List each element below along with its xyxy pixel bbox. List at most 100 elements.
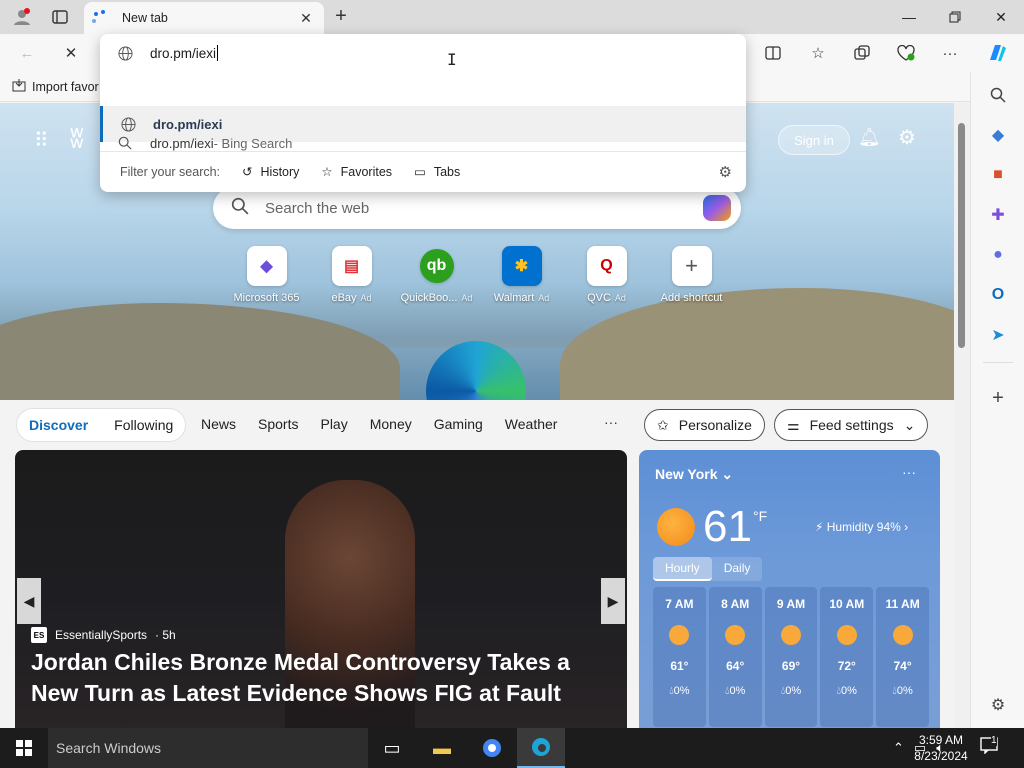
web-search-box[interactable]: Search the web bbox=[213, 187, 741, 229]
feed-link-news[interactable]: News bbox=[201, 416, 236, 432]
shopping-tag-icon[interactable]: ◆ bbox=[985, 122, 1011, 148]
tile-add-shortcut[interactable]: + Add shortcut bbox=[649, 246, 734, 304]
page-scrollbar[interactable] bbox=[954, 103, 970, 728]
tile-walmart[interactable]: ✱ Walmart Ad bbox=[479, 246, 564, 304]
carousel-next-button[interactable]: ▶ bbox=[601, 578, 625, 624]
hour-temp: 61° bbox=[670, 659, 689, 673]
feed-link-play[interactable]: Play bbox=[320, 416, 347, 432]
tools-briefcase-icon[interactable]: ■ bbox=[985, 162, 1011, 188]
import-icon bbox=[12, 78, 26, 95]
tile-microsoft-365[interactable]: ◆ Microsoft 365 bbox=[224, 246, 309, 304]
hourly-tab[interactable]: Hourly bbox=[653, 557, 712, 581]
search-settings-icon[interactable]: ⚙ bbox=[719, 163, 732, 181]
outlook-icon[interactable]: O bbox=[985, 282, 1011, 308]
edge-taskbar-icon[interactable] bbox=[517, 728, 565, 768]
minimize-button[interactable]: — bbox=[886, 0, 932, 34]
tile-quickbooks[interactable]: qb QuickBoo... Ad bbox=[394, 246, 479, 304]
sign-in-button[interactable]: Sign in bbox=[778, 125, 850, 155]
news-card[interactable]: ◀ ▶ ES EssentiallySports · 5h Jordan Chi… bbox=[15, 450, 627, 728]
feed-settings-button[interactable]: ⚌ Feed settings ⌄ bbox=[774, 409, 929, 441]
address-input-row[interactable]: dro.pm/iexi bbox=[100, 34, 746, 72]
split-screen-icon[interactable] bbox=[760, 41, 786, 65]
more-options-button[interactable]: ··· bbox=[937, 41, 963, 65]
weather-more-button[interactable]: ··· bbox=[902, 464, 916, 480]
hour-forecast[interactable]: 7 AM 61° 💧︎0% bbox=[653, 587, 706, 727]
ad-badge: Ad bbox=[461, 293, 473, 303]
tab-close-icon[interactable]: ✕ bbox=[296, 8, 316, 28]
personalize-button[interactable]: ✩ Personalize bbox=[644, 409, 765, 441]
page-settings-icon[interactable]: ⚙ bbox=[898, 125, 916, 150]
tile-ebay[interactable]: ▤ eBay Ad bbox=[309, 246, 394, 304]
feed-link-gaming[interactable]: Gaming bbox=[434, 416, 483, 432]
copilot-search-icon[interactable] bbox=[703, 195, 731, 221]
filter-favorites-label: Favorites bbox=[340, 164, 393, 179]
collections-icon[interactable] bbox=[849, 41, 875, 65]
task-view-icon[interactable]: ▭ bbox=[368, 728, 416, 768]
humidity-link[interactable]: ⚡︎ Humidity 94% › bbox=[815, 520, 908, 534]
profile-icon[interactable] bbox=[10, 5, 34, 29]
m365-icon[interactable]: ● bbox=[985, 242, 1011, 268]
humidity-icon: ⚡︎ bbox=[815, 520, 827, 534]
restore-button[interactable] bbox=[932, 0, 978, 34]
taskbar-search-input[interactable]: Search Windows bbox=[48, 728, 368, 768]
send-icon[interactable]: ➤ bbox=[985, 322, 1011, 348]
vertical-tabs-icon[interactable] bbox=[48, 5, 72, 29]
file-explorer-icon[interactable]: ▬ bbox=[418, 728, 466, 768]
feed-tab-group: Discover Following bbox=[16, 408, 187, 442]
temp-unit[interactable]: °F bbox=[753, 508, 767, 524]
daily-tab[interactable]: Daily bbox=[712, 557, 763, 581]
carousel-prev-button[interactable]: ◀ bbox=[17, 578, 41, 624]
app-launcher-icon[interactable]: ⠿ bbox=[34, 128, 49, 153]
hour-time: 8 AM bbox=[721, 597, 750, 611]
chrome-icon[interactable] bbox=[468, 728, 516, 768]
feed-link-money[interactable]: Money bbox=[370, 416, 412, 432]
hour-time: 11 AM bbox=[885, 597, 920, 611]
stop-loading-button[interactable]: ✕ bbox=[58, 41, 84, 65]
ad-badge: Ad bbox=[360, 293, 372, 303]
butterfly-logo-icon: ʬ bbox=[70, 123, 84, 154]
tile-qvc[interactable]: Q QVC Ad bbox=[564, 246, 649, 304]
scrollbar-thumb[interactable] bbox=[958, 123, 965, 348]
tab-following[interactable]: Following bbox=[114, 417, 173, 433]
feed-link-sports[interactable]: Sports bbox=[258, 416, 298, 432]
humidity-value: Humidity 94% bbox=[826, 520, 901, 534]
globe-icon bbox=[100, 45, 150, 61]
notifications-bell-icon[interactable]: 🔔︎ bbox=[858, 127, 881, 148]
hour-forecast[interactable]: 8 AM 64° 💧︎0% bbox=[708, 587, 762, 727]
new-tab-button[interactable]: + bbox=[330, 5, 352, 27]
copilot-icon[interactable] bbox=[984, 41, 1010, 65]
browser-essentials-icon[interactable] bbox=[893, 41, 919, 65]
tab-new-tab[interactable]: New tab ✕ bbox=[84, 2, 324, 34]
filter-tabs-button[interactable]: ▭ Tabs bbox=[414, 164, 460, 180]
filter-label: Filter your search: bbox=[120, 164, 221, 179]
back-button[interactable]: ← bbox=[14, 41, 40, 65]
search-icon[interactable] bbox=[985, 82, 1011, 108]
feed-more-button[interactable]: ··· bbox=[604, 414, 618, 430]
source-name[interactable]: EssentiallySports bbox=[55, 628, 147, 642]
news-headline[interactable]: Jordan Chiles Bronze Medal Controversy T… bbox=[31, 647, 621, 709]
system-clock[interactable]: 3:59 AM 8/23/2024 bbox=[912, 732, 970, 764]
favorites-icon[interactable]: ☆ bbox=[805, 41, 831, 65]
filter-history-button[interactable]: ↺ History bbox=[242, 164, 299, 180]
tab-discover[interactable]: Discover bbox=[29, 417, 88, 433]
close-window-button[interactable]: ✕ bbox=[978, 0, 1024, 34]
sidebar-divider bbox=[983, 362, 1013, 363]
sidebar-settings-icon[interactable]: ⚙ bbox=[985, 692, 1011, 718]
add-sidebar-icon[interactable]: + bbox=[985, 385, 1011, 411]
windows-start-icon[interactable] bbox=[0, 728, 48, 768]
notification-center-icon[interactable]: 1 bbox=[980, 735, 998, 759]
hour-precip: 💧︎0% bbox=[780, 685, 802, 697]
hour-forecast[interactable]: 11 AM 74° 💧︎0% bbox=[876, 587, 929, 727]
extensions-puzzle-icon[interactable]: ✚ bbox=[985, 202, 1011, 228]
chevron-down-icon: ⌄ bbox=[721, 466, 734, 482]
filter-favorites-button[interactable]: ☆ Favorites bbox=[321, 164, 393, 180]
tile-label: Walmart bbox=[493, 292, 535, 304]
weather-location[interactable]: New York ⌄ bbox=[655, 466, 733, 483]
address-input[interactable]: dro.pm/iexi bbox=[150, 46, 216, 61]
hour-forecast[interactable]: 10 AM 72° 💧︎0% bbox=[820, 587, 874, 727]
ad-badge: Ad bbox=[538, 293, 550, 303]
feed-link-weather[interactable]: Weather bbox=[505, 416, 558, 432]
chevron-up-icon[interactable]: ⌃ bbox=[893, 740, 904, 756]
import-favorites-button[interactable]: Import favor bbox=[12, 78, 99, 95]
hour-forecast[interactable]: 9 AM 69° 💧︎0% bbox=[764, 587, 818, 727]
